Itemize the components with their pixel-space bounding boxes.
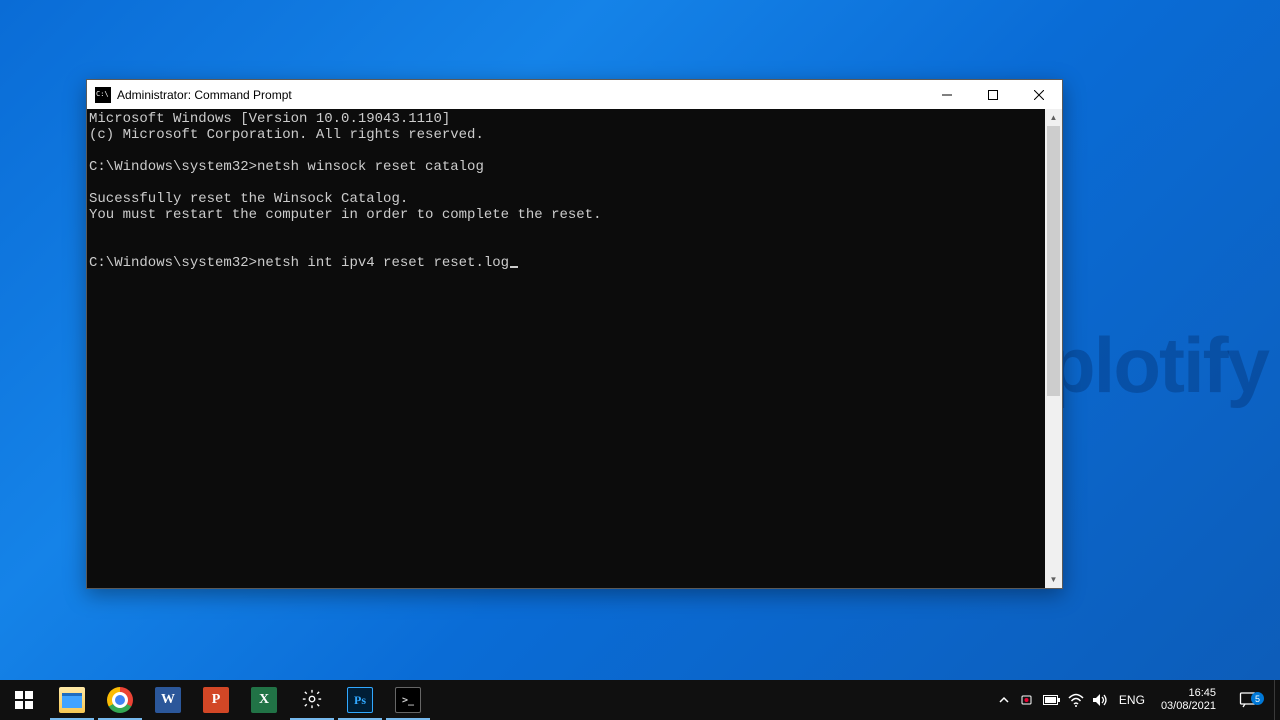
start-button[interactable] [0,680,48,720]
clock-date: 03/08/2021 [1161,700,1216,713]
taskbar-app-photoshop[interactable]: Ps [336,680,384,720]
show-hidden-icons[interactable] [995,691,1013,709]
clock-time: 16:45 [1188,687,1216,700]
cmd-taskbar-icon [395,687,421,713]
taskbar-app-command-prompt[interactable] [384,680,432,720]
taskbar-app-settings[interactable] [288,680,336,720]
console-output[interactable]: Microsoft Windows [Version 10.0.19043.11… [87,109,1045,588]
system-tray: ENG 16:45 03/08/2021 5 [991,680,1274,720]
powerpoint-icon: P [203,687,229,713]
minimize-button[interactable] [924,80,970,109]
show-desktop-button[interactable] [1274,680,1280,720]
text-cursor [510,266,518,268]
taskbar-app-excel[interactable]: X [240,680,288,720]
close-button[interactable] [1016,80,1062,109]
wifi-icon[interactable] [1067,691,1085,709]
volume-icon[interactable] [1091,691,1109,709]
taskbar: WPX Ps ENG 16:45 03/08/2021 5 [0,680,1280,720]
excel-icon: X [251,687,277,713]
chrome-icon [107,687,133,713]
command-prompt-window: Administrator: Command Prompt Microsoft … [86,79,1063,589]
maximize-button[interactable] [970,80,1016,109]
language-indicator[interactable]: ENG [1115,693,1149,707]
window-title: Administrator: Command Prompt [117,88,292,102]
photoshop-icon: Ps [347,687,373,713]
taskbar-app-file-explorer[interactable] [48,680,96,720]
notification-badge: 5 [1251,692,1264,705]
taskbar-app-powerpoint[interactable]: P [192,680,240,720]
taskbar-app-word[interactable]: W [144,680,192,720]
clock[interactable]: 16:45 03/08/2021 [1155,687,1222,713]
cmd-icon [95,87,111,103]
action-center[interactable]: 5 [1228,691,1268,709]
battery-icon[interactable] [1043,691,1061,709]
scroll-track[interactable] [1045,126,1062,571]
vertical-scrollbar[interactable]: ▲ ▼ [1045,109,1062,588]
taskbar-app-google-chrome[interactable] [96,680,144,720]
scroll-down-button[interactable]: ▼ [1045,571,1062,588]
scroll-thumb[interactable] [1047,126,1060,396]
scroll-up-button[interactable]: ▲ [1045,109,1062,126]
window-titlebar[interactable]: Administrator: Command Prompt [87,80,1062,109]
recording-icon[interactable] [1019,691,1037,709]
settings-icon [301,688,323,713]
word-icon: W [155,687,181,713]
file-explorer-icon [59,687,85,713]
